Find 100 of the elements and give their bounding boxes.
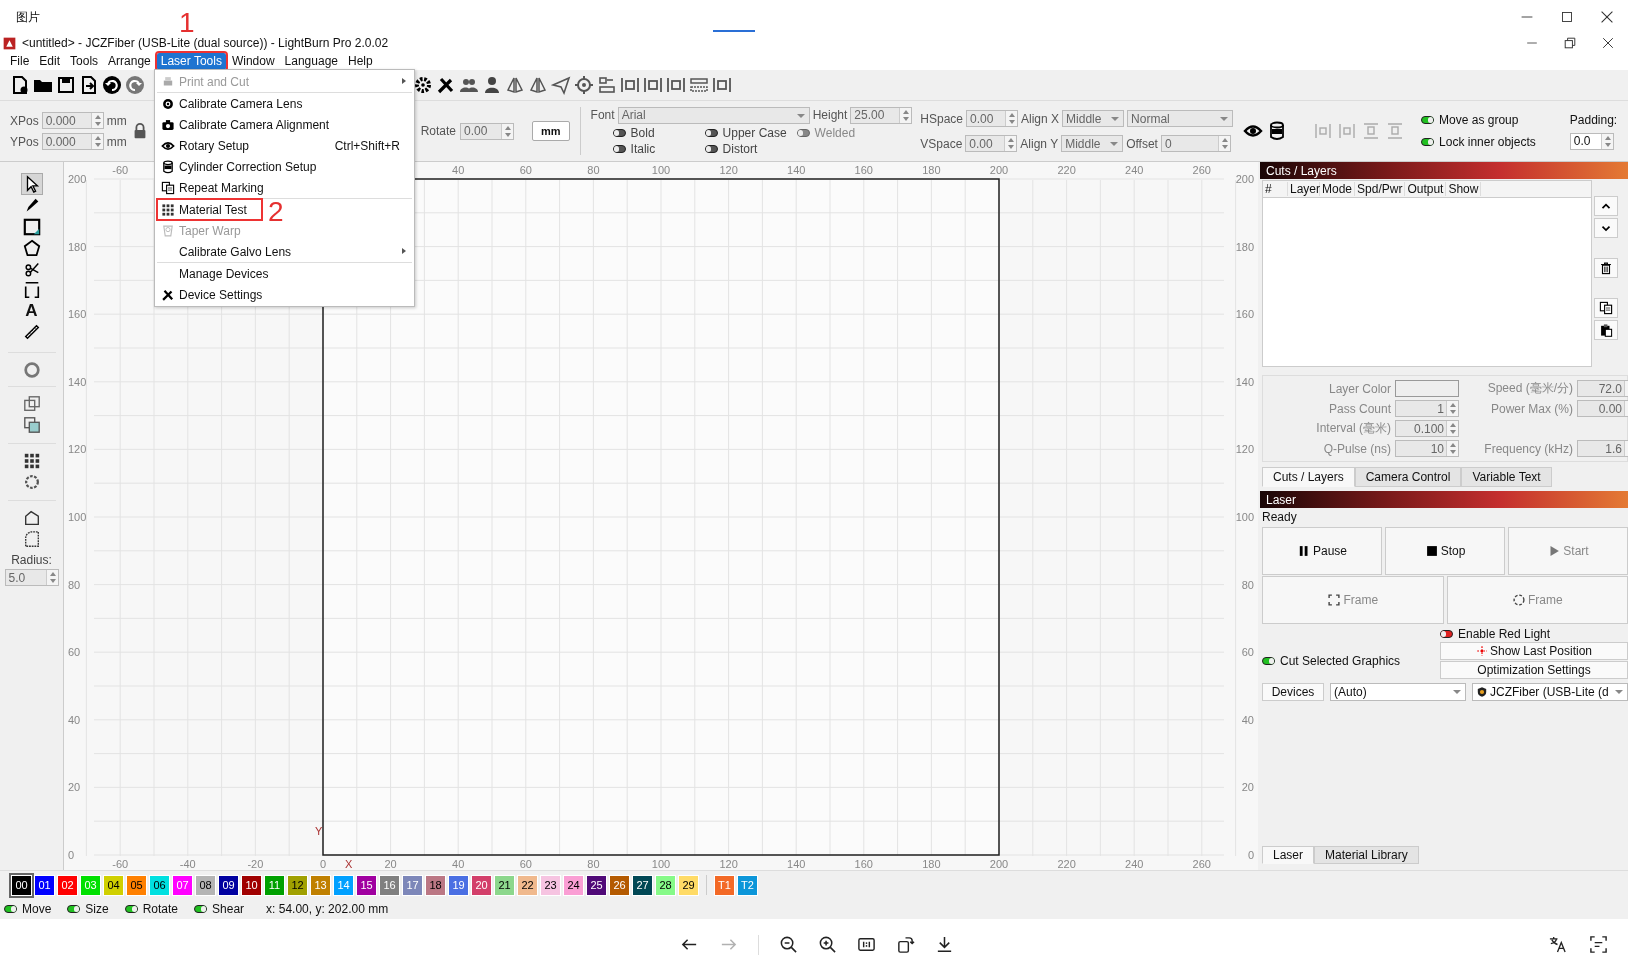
spinner-icon[interactable] <box>1446 441 1458 456</box>
menu-item[interactable]: Device Settings <box>157 284 412 305</box>
devices-button[interactable]: Devices <box>1262 683 1324 701</box>
spinner-icon[interactable] <box>899 107 912 123</box>
toggle-switch[interactable] <box>704 144 718 153</box>
tab[interactable]: Variable Text <box>1461 467 1552 487</box>
color-swatch[interactable]: 09 <box>218 874 239 896</box>
color-swatch[interactable]: 20 <box>471 874 492 896</box>
input-field[interactable]: 25.00 <box>850 106 913 124</box>
toggle-switch[interactable] <box>612 144 626 153</box>
mirror-icon[interactable] <box>528 75 548 95</box>
color-swatch[interactable]: 00 <box>11 874 32 896</box>
spinner-icon[interactable] <box>90 134 103 149</box>
menu-item[interactable]: File <box>6 52 34 70</box>
tab[interactable]: Laser <box>1262 846 1315 864</box>
input-field[interactable]: 0.100 <box>1395 420 1459 437</box>
download-icon[interactable] <box>935 935 954 954</box>
cursor-tool[interactable] <box>20 172 43 195</box>
spinner-icon[interactable] <box>1446 401 1458 416</box>
align-dropdown[interactable]: Middle <box>1062 110 1125 127</box>
distribute-icon[interactable] <box>712 75 732 95</box>
toggle-switch[interactable] <box>612 128 626 137</box>
move-down-button[interactable] <box>1594 218 1618 238</box>
restore-icon[interactable] <box>1562 35 1578 51</box>
color-swatch[interactable]: 19 <box>448 874 469 896</box>
zoom-out-icon[interactable] <box>779 935 798 954</box>
spinner-icon[interactable] <box>1005 111 1017 126</box>
toggle-switch[interactable] <box>4 905 17 913</box>
color-swatch[interactable]: 28 <box>655 874 676 896</box>
input-field[interactable]: 0.000 <box>41 112 104 129</box>
input-field[interactable]: 0.00 <box>460 122 515 140</box>
color-swatch[interactable]: 02 <box>57 874 78 896</box>
distribute-icon[interactable] <box>666 75 686 95</box>
boolean-tool[interactable] <box>21 414 42 435</box>
paste-button[interactable] <box>1594 320 1618 340</box>
spacing-icon[interactable] <box>689 75 709 95</box>
distribute-icon[interactable] <box>643 75 663 95</box>
input-field[interactable]: 10 <box>1395 440 1459 457</box>
menu-item[interactable]: Material Test <box>157 199 262 220</box>
translate-icon[interactable] <box>1548 935 1567 954</box>
rectangle-tool[interactable] <box>21 216 42 237</box>
menu-item[interactable]: Laser Tools <box>156 52 226 70</box>
input-field[interactable]: 0.00 <box>966 110 1018 127</box>
toggle-switch[interactable] <box>1421 138 1435 146</box>
align-icon[interactable] <box>597 75 617 95</box>
color-swatch[interactable]: 04 <box>103 874 124 896</box>
menu-item[interactable]: Manage Devices <box>157 263 412 284</box>
input-field[interactable]: 0.00 <box>965 135 1018 152</box>
tab[interactable]: Cuts / Layers <box>1262 467 1355 487</box>
spinner-icon[interactable] <box>1446 421 1458 436</box>
input-field[interactable]: 0 <box>1160 135 1231 152</box>
color-swatch[interactable]: 24 <box>563 874 584 896</box>
color-swatch[interactable]: 26 <box>609 874 630 896</box>
color-swatch[interactable]: 29 <box>678 874 699 896</box>
color-swatch[interactable]: 18 <box>425 874 446 896</box>
toggle-switch[interactable] <box>704 128 718 137</box>
color-swatch[interactable]: 06 <box>149 874 170 896</box>
tab[interactable]: Camera Control <box>1354 467 1462 487</box>
spinner-icon[interactable] <box>501 123 514 139</box>
zoom-in-icon[interactable] <box>818 935 837 954</box>
spinner-icon[interactable] <box>1004 136 1017 151</box>
text-tool[interactable]: A <box>21 300 42 321</box>
mode-dropdown[interactable]: Normal <box>1127 110 1234 127</box>
import-icon[interactable] <box>79 75 99 95</box>
toggle-switch[interactable] <box>124 905 138 913</box>
delete-button[interactable] <box>1594 258 1618 278</box>
color-swatch[interactable]: 25 <box>586 874 607 896</box>
color-swatch[interactable]: 05 <box>126 874 147 896</box>
undo-icon[interactable] <box>102 75 122 95</box>
font-dropdown[interactable]: Arial <box>617 106 810 124</box>
device-dropdown[interactable]: JCZFiber (USB-Lite (d <box>1472 683 1628 701</box>
spinner-icon[interactable] <box>90 113 103 128</box>
toggle-switch[interactable] <box>1262 657 1275 665</box>
column-header[interactable]: Spd/Pwr <box>1355 182 1406 196</box>
move-up-button[interactable] <box>1594 196 1618 216</box>
column-header[interactable]: Layer <box>1288 182 1320 196</box>
stop-button[interactable]: Stop <box>1385 527 1505 575</box>
menu-item[interactable]: Repeat Marking <box>157 177 412 198</box>
new-file-icon[interactable] <box>10 75 30 95</box>
show-last-position-button[interactable]: Show Last Position <box>1440 642 1628 660</box>
color-swatch[interactable]: 01 <box>34 874 55 896</box>
optimization-settings-button[interactable]: Optimization Settings <box>1440 661 1628 679</box>
color-swatch[interactable]: 16 <box>379 874 400 896</box>
input-field[interactable]: 1 <box>1395 400 1459 417</box>
menu-item[interactable]: Rotary Setup Ctrl+Shift+R <box>157 135 412 156</box>
port-dropdown[interactable]: (Auto) <box>1330 683 1466 701</box>
screenshot-icon[interactable] <box>1589 935 1608 954</box>
spinner-icon[interactable] <box>45 570 58 585</box>
toggle-switch[interactable] <box>1421 116 1435 124</box>
gear-icon[interactable] <box>413 75 433 95</box>
target-icon[interactable] <box>574 75 594 95</box>
rotate-icon[interactable] <box>896 935 915 954</box>
menu-item[interactable]: Edit <box>35 52 65 70</box>
color-swatch[interactable]: 15 <box>356 874 377 896</box>
column-header[interactable]: Show <box>1446 182 1482 196</box>
overlap-tool[interactable] <box>21 393 42 414</box>
person-icon[interactable] <box>482 75 502 95</box>
close-icon[interactable] <box>1600 35 1616 51</box>
radius-field[interactable]: 5.0 <box>4 569 59 586</box>
input-field[interactable]: 0.0 <box>1569 132 1614 150</box>
